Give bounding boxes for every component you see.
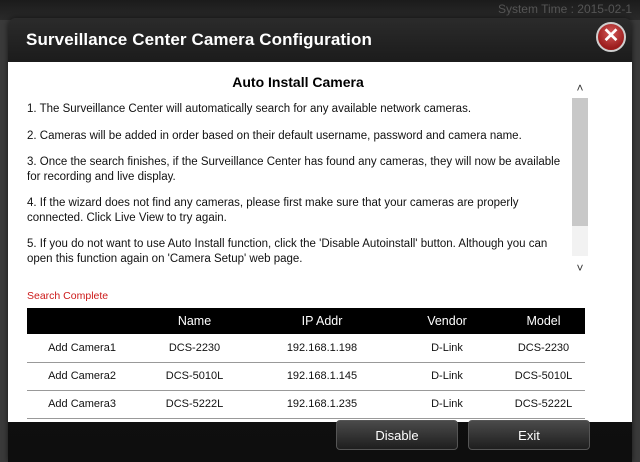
camera-name: DCS-2230 <box>168 342 221 354</box>
scroll-up-icon[interactable]: ˄ <box>572 80 588 96</box>
section-heading: Auto Install Camera <box>232 74 364 90</box>
camera-ip: 192.168.1.198 <box>286 342 358 354</box>
camera-config-dialog: Surveillance Center Camera Configuration… <box>8 18 632 462</box>
system-time-text: System Time : 2015-02-1 <box>497 2 632 16</box>
exit-button[interactable]: Exit <box>468 420 590 450</box>
instruction-5: 5. If you do not want to use Auto Instal… <box>27 238 548 265</box>
search-status: Search Complete <box>27 290 109 302</box>
table-row: Add Camera3 DCS-5222L 192.168.1.235 D-Li… <box>27 390 585 419</box>
instruction-4: 4. If the wizard does not find any camer… <box>27 197 519 224</box>
add-camera-link[interactable]: Add Camera2 <box>27 362 137 390</box>
background-header: System Time : 2015-02-1 <box>0 0 640 20</box>
dialog-title: Surveillance Center Camera Configuration <box>26 30 372 49</box>
instruction-2: 2. Cameras will be added in order based … <box>27 130 522 142</box>
instruction-1: 1. The Surveillance Center will automati… <box>27 103 472 115</box>
instructions-scroll-area[interactable]: Auto Install Camera 1. The Surveillance … <box>8 62 578 288</box>
instructions-scrollbar[interactable]: ˄ ˅ <box>572 80 588 282</box>
camera-model: DCS-5222L <box>514 398 573 410</box>
scroll-thumb[interactable] <box>572 98 588 226</box>
dialog-content: Auto Install Camera 1. The Surveillance … <box>8 62 632 422</box>
header-vendor: Vendor <box>427 314 467 328</box>
disable-button[interactable]: Disable <box>336 420 458 450</box>
camera-ip: 192.168.1.235 <box>286 398 358 410</box>
camera-model: DCS-2230 <box>517 342 570 354</box>
header-ip: IP Addr <box>301 314 343 328</box>
camera-ip: 192.168.1.145 <box>286 370 358 382</box>
scroll-down-icon[interactable]: ˅ <box>572 260 588 276</box>
camera-name: DCS-5010L <box>165 370 224 382</box>
camera-table-header: Name IP Addr Vendor Model <box>27 308 585 334</box>
add-camera-link[interactable]: Add Camera1 <box>27 334 137 362</box>
camera-name: DCS-5222L <box>165 398 224 410</box>
camera-vendor: D-Link <box>431 398 463 410</box>
table-row: Add Camera2 DCS-5010L 192.168.1.145 D-Li… <box>27 362 585 391</box>
scroll-track[interactable] <box>572 98 588 256</box>
close-icon[interactable]: ✕ <box>596 22 626 52</box>
table-row: Add Camera1 DCS-2230 192.168.1.198 D-Lin… <box>27 334 585 363</box>
instruction-3: 3. Once the search finishes, if the Surv… <box>27 156 561 183</box>
add-camera-link[interactable]: Add Camera3 <box>27 390 137 418</box>
header-model: Model <box>526 314 561 328</box>
header-name: Name <box>177 314 212 328</box>
camera-model: DCS-5010L <box>514 370 573 382</box>
camera-vendor: D-Link <box>431 370 463 382</box>
camera-vendor: D-Link <box>431 342 463 354</box>
